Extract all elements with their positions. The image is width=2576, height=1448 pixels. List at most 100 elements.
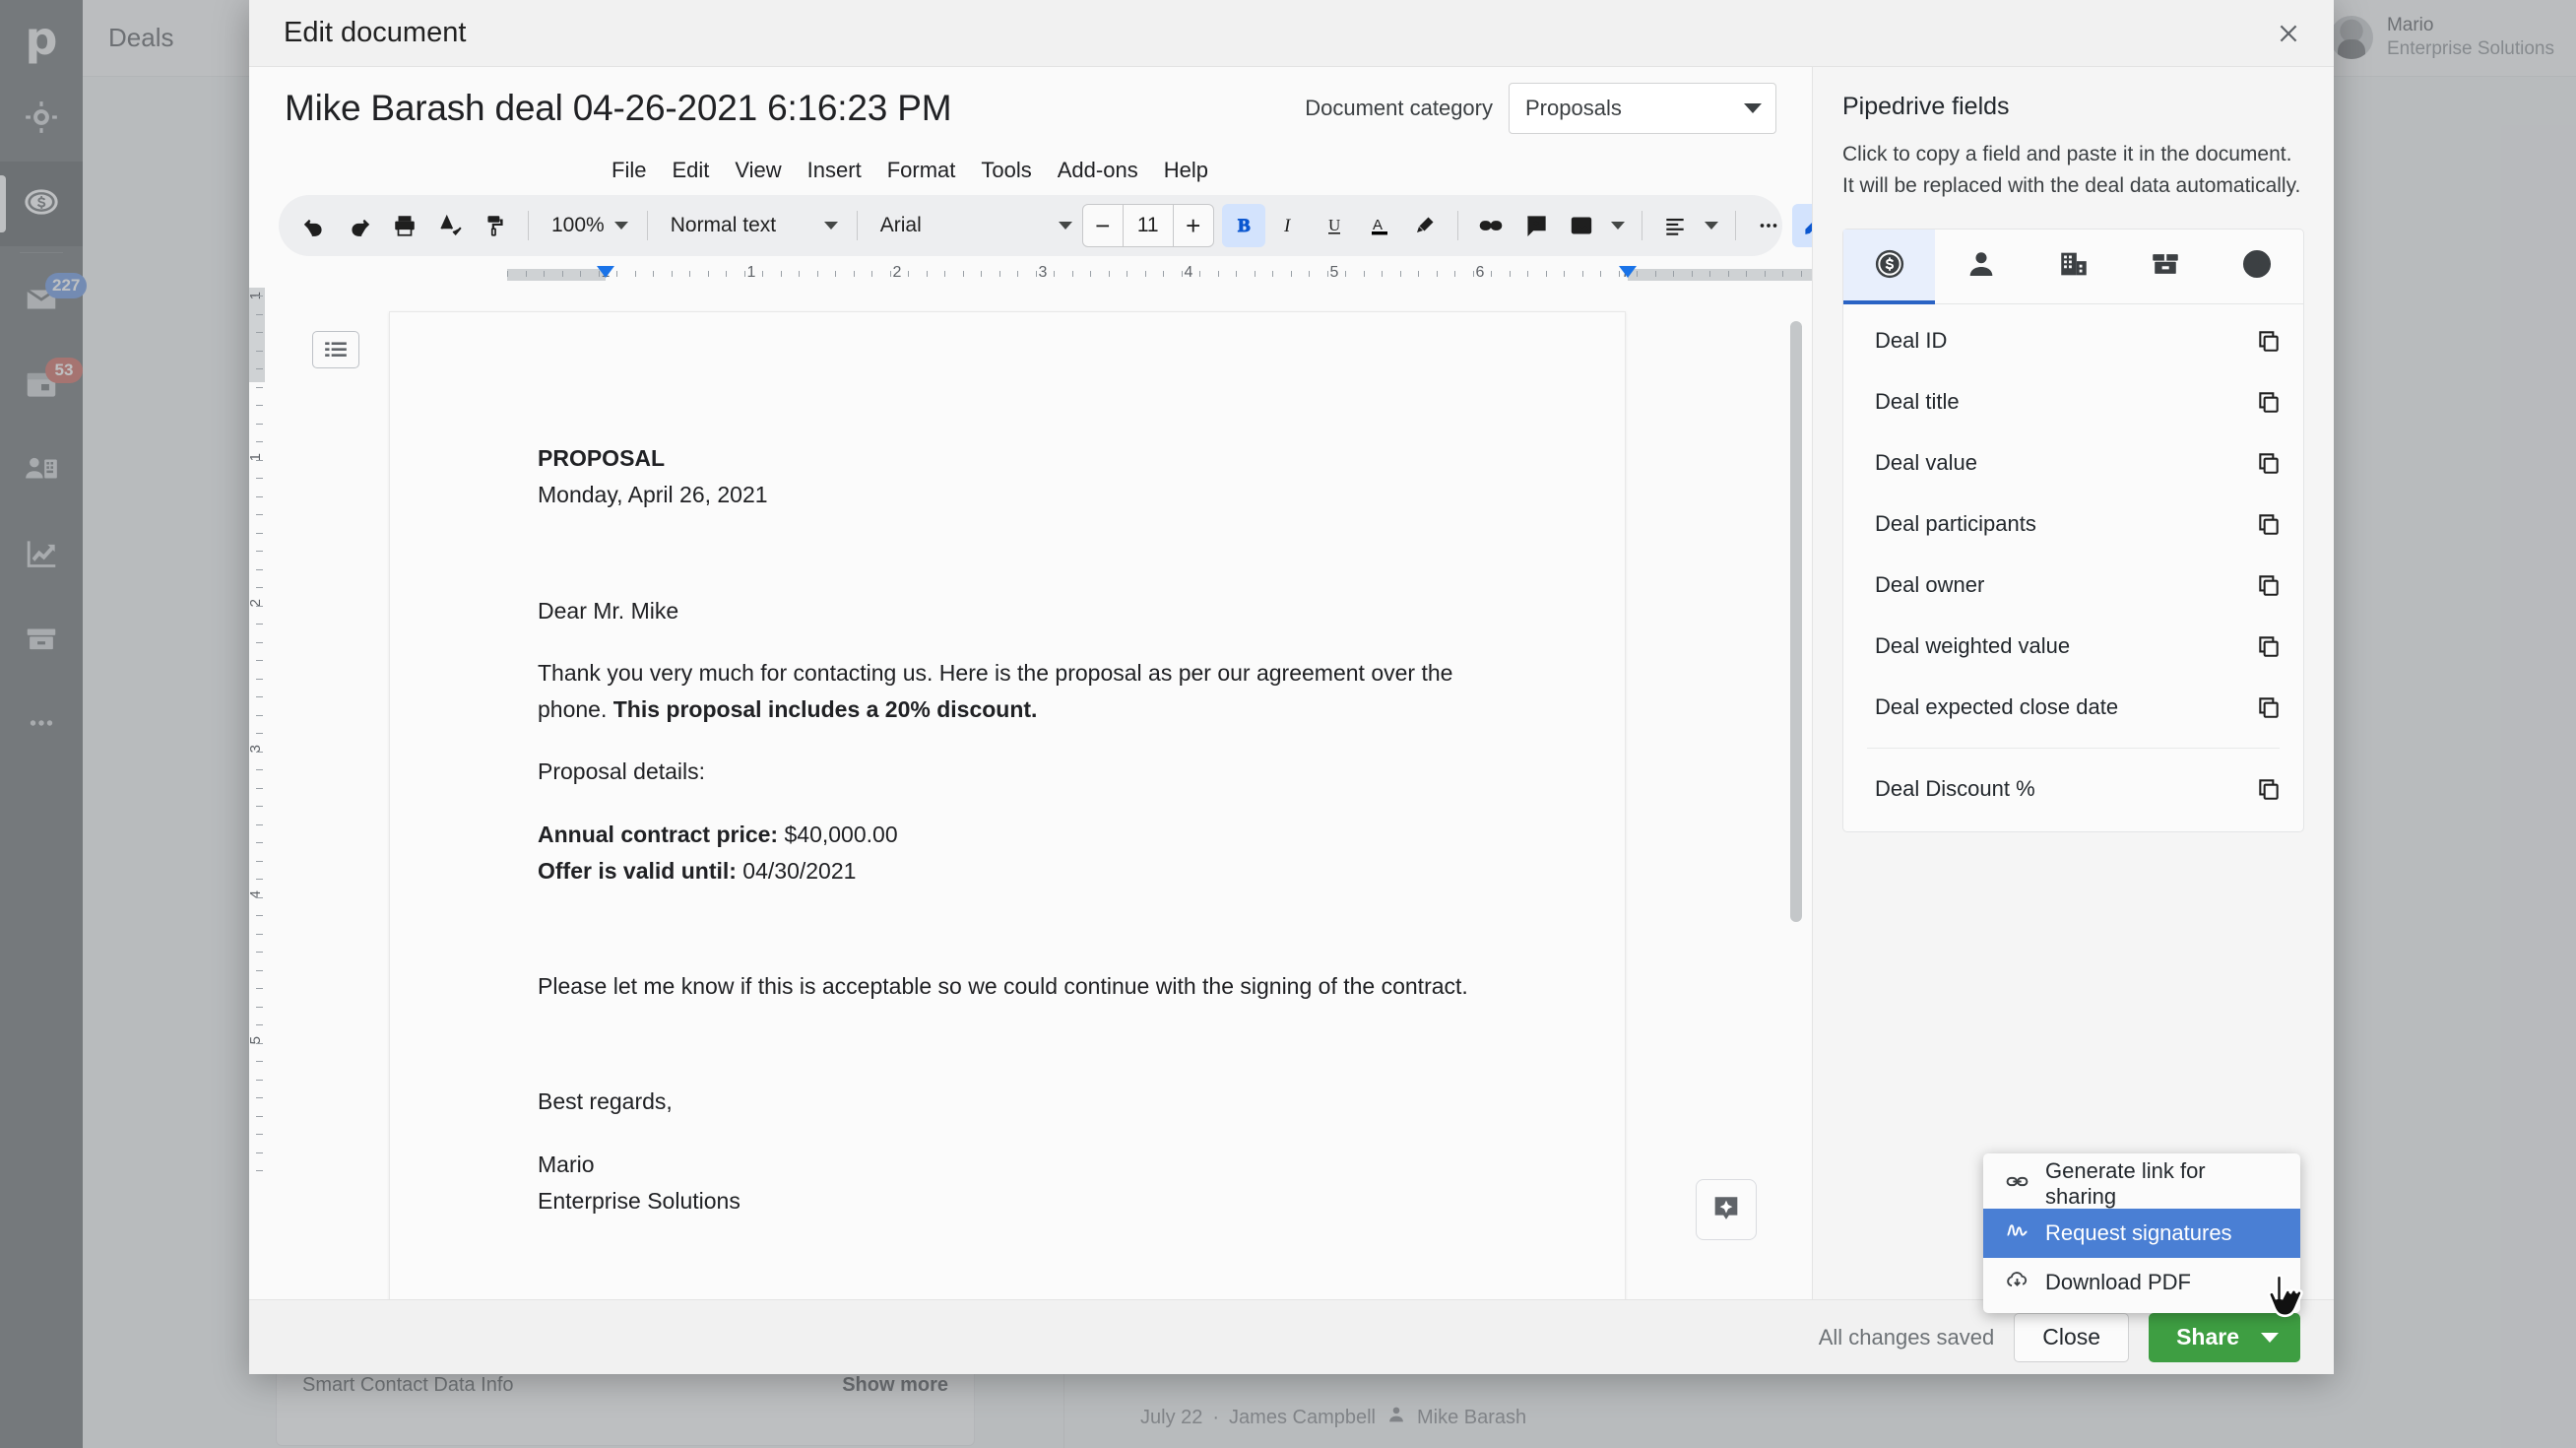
menu-format[interactable]: Format: [874, 155, 969, 186]
horizontal-ruler[interactable]: 1 1 2 3 4 5 6 7: [249, 262, 1812, 288]
ruler-tick: [256, 988, 263, 989]
align-icon[interactable]: [1653, 204, 1697, 247]
download-cloud-icon: [2005, 1268, 2029, 1298]
font-family-select[interactable]: Arial: [869, 204, 1080, 247]
explore-sparkle-icon[interactable]: [1696, 1179, 1757, 1240]
font-size-value[interactable]: 11: [1122, 204, 1174, 247]
copy-icon[interactable]: [2256, 389, 2282, 415]
ruler-tick: [256, 1006, 263, 1008]
menu-item-download-pdf[interactable]: Download PDF: [1983, 1258, 2300, 1307]
bold-icon[interactable]: B: [1221, 204, 1265, 247]
menu-addons[interactable]: Add-ons: [1045, 155, 1151, 186]
undo-icon[interactable]: [292, 204, 336, 247]
ruler-tick: [1382, 271, 1383, 277]
highlight-icon[interactable]: [1403, 204, 1447, 247]
tab-organization[interactable]: [2028, 230, 2119, 303]
spellcheck-icon[interactable]: [428, 204, 472, 247]
ruler-tick: [256, 969, 263, 971]
tab-product[interactable]: [2119, 230, 2211, 303]
menubar: File Edit View Insert Format Tools Add-o…: [249, 150, 1812, 191]
close-icon[interactable]: [2265, 10, 2312, 57]
copy-icon[interactable]: [2256, 511, 2282, 537]
ruler-tick: [1071, 271, 1073, 277]
copy-icon[interactable]: [2256, 694, 2282, 720]
svg-text:U: U: [1328, 216, 1340, 234]
zoom-select[interactable]: 100%: [540, 204, 636, 247]
left-indent-marker[interactable]: [597, 266, 614, 278]
organization-building-icon: [2057, 247, 2091, 286]
zoom-value: 100%: [551, 214, 605, 236]
tab-recent[interactable]: [2212, 230, 2303, 303]
document-title[interactable]: Mike Barash deal 04-26-2021 6:16:23 PM: [285, 88, 952, 129]
menu-insert[interactable]: Insert: [795, 155, 874, 186]
insert-image-dropdown[interactable]: [1605, 204, 1631, 247]
ruler-tick: [1181, 271, 1183, 277]
menu-help[interactable]: Help: [1151, 155, 1221, 186]
field-row-deal-weighted-value[interactable]: Deal weighted value: [1843, 616, 2303, 677]
document-page[interactable]: PROPOSAL Monday, April 26, 2021 Dear Mr.…: [389, 311, 1626, 1299]
menu-view[interactable]: View: [722, 155, 794, 186]
field-row-deal-owner[interactable]: Deal owner: [1843, 555, 2303, 616]
more-options-icon[interactable]: [1747, 204, 1790, 247]
vertical-ruler[interactable]: 1 1 2 3 4 5: [249, 288, 265, 1299]
ruler-tick: [256, 514, 263, 515]
field-row-deal-discount[interactable]: Deal Discount %: [1843, 758, 2303, 820]
share-button[interactable]: Share: [2149, 1312, 2300, 1362]
ruler-tick: [256, 660, 263, 661]
ruler-tick: [256, 787, 263, 789]
ruler-tick: [1581, 271, 1583, 277]
document-category-select[interactable]: Proposals: [1509, 83, 1776, 134]
copy-icon[interactable]: [2256, 572, 2282, 598]
copy-icon[interactable]: [2256, 328, 2282, 354]
signature-icon: [2005, 1218, 2029, 1249]
menu-edit[interactable]: Edit: [659, 155, 722, 186]
doc-date: Monday, April 26, 2021: [538, 482, 768, 508]
field-row-deal-title[interactable]: Deal title: [1843, 371, 2303, 432]
tab-person[interactable]: [1935, 230, 2027, 303]
menu-item-generate-link[interactable]: Generate link for sharing: [1983, 1158, 2300, 1209]
chevron-down-icon: [2261, 1332, 2279, 1343]
add-comment-icon[interactable]: [1514, 204, 1558, 247]
redo-icon[interactable]: [338, 204, 381, 247]
copy-icon[interactable]: [2256, 776, 2282, 802]
doc-valid-label: Offer is valid until:: [538, 857, 737, 884]
ruler-num: 6: [1475, 264, 1485, 281]
ruler-tick: [780, 271, 782, 277]
copy-icon[interactable]: [2256, 450, 2282, 476]
ruler-tick: [256, 933, 263, 935]
field-row-deal-value[interactable]: Deal value: [1843, 432, 2303, 494]
field-label: Deal title: [1875, 389, 1960, 414]
font-size-increase-button[interactable]: +: [1174, 204, 1213, 247]
font-size-decrease-button[interactable]: −: [1083, 204, 1123, 247]
field-row-deal-participants[interactable]: Deal participants: [1843, 494, 2303, 555]
ruler-tick: [1800, 271, 1802, 277]
close-button[interactable]: Close: [2014, 1312, 2130, 1362]
paint-format-icon[interactable]: [474, 204, 517, 247]
document-scrollbar[interactable]: [1790, 321, 1802, 922]
modal-body: Mike Barash deal 04-26-2021 6:16:23 PM D…: [249, 67, 2334, 1299]
text-color-icon[interactable]: A: [1358, 204, 1401, 247]
person-icon: [1964, 247, 1998, 286]
right-indent-marker[interactable]: [1619, 266, 1637, 278]
menu-item-request-signatures[interactable]: Request signatures: [1983, 1209, 2303, 1318]
field-row-deal-id[interactable]: Deal ID: [1843, 310, 2303, 371]
ruler-num: 5: [1329, 264, 1339, 281]
align-dropdown[interactable]: [1699, 204, 1724, 247]
copy-icon[interactable]: [2256, 633, 2282, 659]
font-family-value: Arial: [879, 214, 922, 236]
menu-file[interactable]: File: [599, 155, 659, 186]
document-outline-icon[interactable]: [312, 331, 359, 368]
paragraph-style-select[interactable]: Normal text: [659, 204, 846, 247]
doc-closing: Please let me know if this is acceptable…: [538, 973, 1468, 999]
doc-salutation: Dear Mr. Mike: [538, 597, 679, 624]
insert-image-icon[interactable]: [1560, 204, 1603, 247]
ruler-tick: [1509, 271, 1511, 277]
menu-tools[interactable]: Tools: [968, 155, 1044, 186]
tab-deal[interactable]: [1843, 230, 1936, 304]
field-row-deal-expected-close-date[interactable]: Deal expected close date: [1843, 677, 2303, 738]
link-icon[interactable]: [1469, 204, 1513, 247]
italic-icon[interactable]: I: [1267, 204, 1311, 247]
underline-icon[interactable]: U: [1313, 204, 1356, 247]
print-icon[interactable]: [383, 204, 426, 247]
ruler-tick: [1472, 271, 1474, 277]
